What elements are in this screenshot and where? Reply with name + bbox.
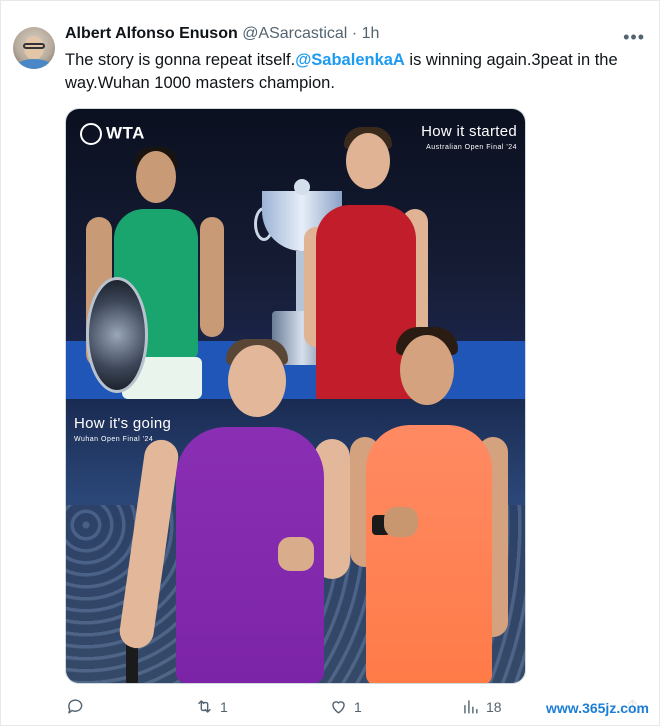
player-orange-dress: [366, 425, 492, 683]
views-button[interactable]: 18: [461, 697, 502, 716]
media-panel-top: WTA How it started Australian Open Final…: [66, 109, 525, 405]
mention-link[interactable]: @SabalenkaA: [295, 51, 405, 69]
tweet-text-before: The story is gonna repeat itself.: [65, 51, 296, 69]
avatar[interactable]: [13, 27, 55, 69]
wta-logo: WTA: [80, 123, 145, 145]
like-button[interactable]: 1: [329, 697, 362, 716]
retweet-icon: [198, 700, 211, 713]
tweet-text: The story is gonna repeat itself.@Sabale…: [65, 49, 649, 95]
caption-top-title: How it started: [421, 123, 517, 140]
player-figure: [278, 537, 314, 571]
caption-bottom-subtitle: Wuhan Open Final '24: [74, 436, 154, 443]
trophy: [294, 179, 310, 195]
runner-up-plate: [86, 277, 148, 393]
player-figure: [384, 507, 418, 537]
retweet-count: 1: [220, 698, 228, 715]
tweet-header: Albert Alfonso Enuson @ASarcastical · 1h: [65, 25, 379, 43]
player-figure: [200, 217, 224, 337]
player-figure: [400, 335, 454, 405]
retweet-button[interactable]: 1: [195, 697, 228, 716]
caption-top: How it started Australian Open Final '24: [421, 123, 517, 151]
timestamp[interactable]: 1h: [362, 25, 380, 42]
avatar-shirt: [17, 59, 51, 69]
reply-button[interactable]: [65, 697, 90, 716]
wta-ring-icon: [80, 123, 102, 145]
caption-top-subtitle: Australian Open Final '24: [426, 144, 517, 151]
tweet-card: Albert Alfonso Enuson @ASarcastical · 1h…: [0, 0, 660, 726]
avatar-glasses: [23, 43, 45, 49]
reply-icon: [68, 699, 83, 714]
heart-icon: [332, 701, 345, 714]
like-count: 1: [354, 698, 362, 715]
author-handle[interactable]: @ASarcastical: [242, 25, 347, 42]
wta-brand-text: WTA: [106, 123, 145, 143]
views-count: 18: [486, 698, 502, 715]
views-icon: [464, 700, 478, 714]
more-icon[interactable]: •••: [623, 27, 645, 48]
player-figure: [346, 133, 390, 189]
player-figure: [136, 151, 176, 203]
caption-bottom: How it's going Wuhan Open Final '24: [74, 415, 171, 443]
author-name[interactable]: Albert Alfonso Enuson: [65, 25, 238, 42]
player-figure: [228, 345, 286, 417]
site-watermark: www.365jz.com: [542, 699, 653, 717]
tweet-media-image[interactable]: WTA How it started Australian Open Final…: [65, 108, 526, 684]
caption-bottom-title: How it's going: [74, 415, 172, 432]
separator-dot: ·: [351, 25, 358, 42]
